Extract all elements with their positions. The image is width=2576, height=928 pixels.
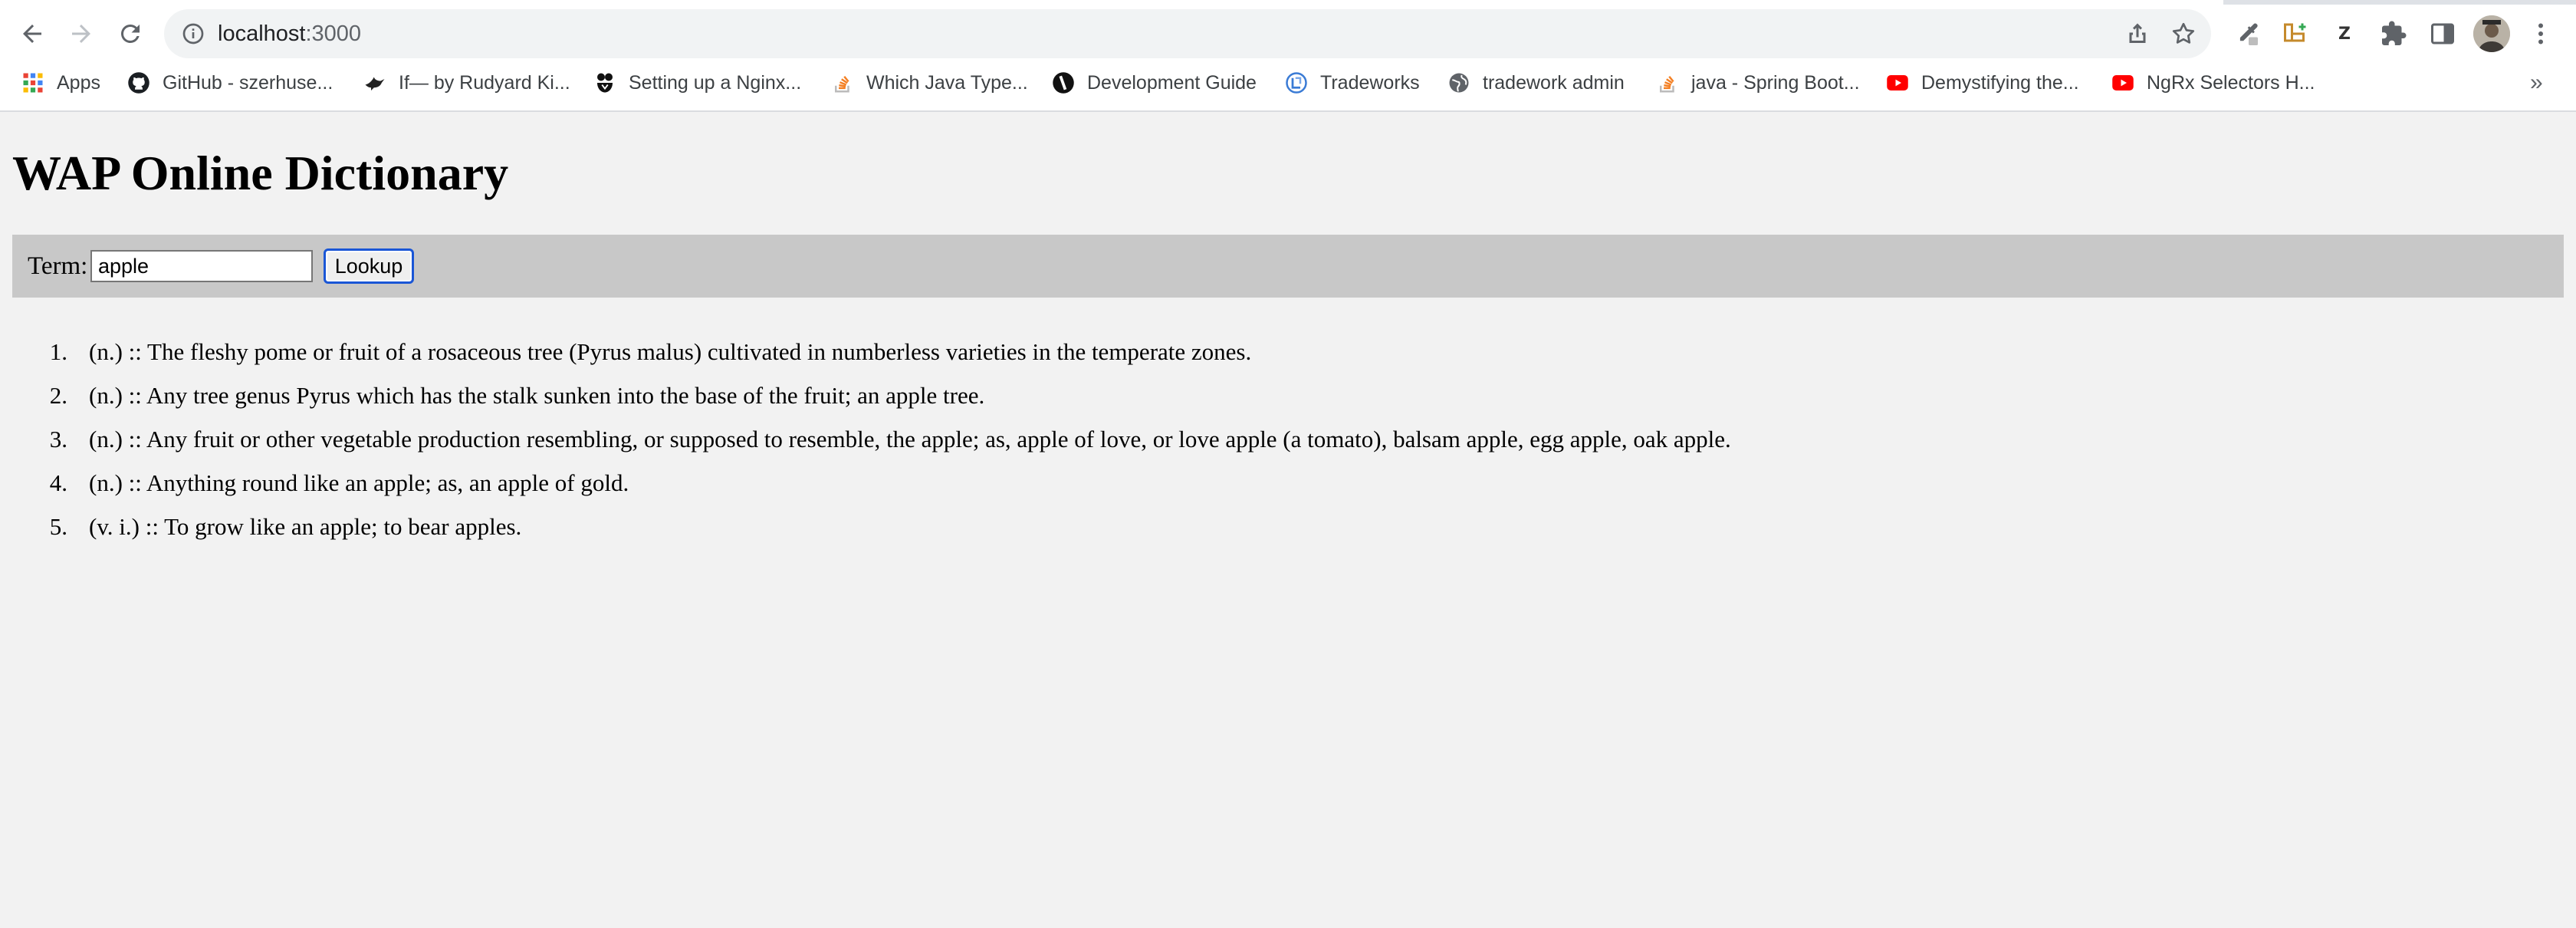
arrow-right-icon — [72, 25, 90, 43]
definition-text: (n.) :: Anything round like an apple; as… — [89, 469, 629, 496]
tab-strip — [0, 0, 2576, 5]
bookmark-label: NgRx Selectors H... — [2147, 71, 2315, 94]
stackoverflow-icon — [831, 71, 854, 94]
extensions-button[interactable] — [2375, 15, 2412, 52]
side-panel-icon — [2431, 23, 2454, 44]
bookmark-label: Demystifying the... — [1921, 71, 2079, 94]
reload-icon — [120, 24, 140, 43]
definition-number: 4. — [49, 469, 67, 496]
url-text[interactable]: localhost:3000 — [218, 19, 361, 48]
term-input[interactable] — [90, 250, 313, 282]
share-icon[interactable] — [2124, 20, 2151, 48]
bookmark-demystifying[interactable]: Demystifying the... — [1886, 64, 2079, 101]
profile-picture-icon — [2473, 15, 2510, 52]
stackoverflow-icon — [1656, 71, 1679, 94]
definition-number: 5. — [49, 513, 67, 540]
address-bar[interactable]: localhost:3000 — [164, 9, 2211, 58]
youtube-icon — [1886, 71, 1909, 94]
forward-button[interactable] — [63, 15, 100, 52]
bookmark-github[interactable]: GitHub - szerhuse... — [127, 64, 333, 101]
bookmarks-bar: Apps GitHub - szerhuse... If— by Rudyard… — [0, 64, 2576, 101]
globe-icon — [1447, 71, 1470, 94]
bookmark-label: Which Java Type... — [866, 71, 1028, 94]
bookmark-label: Tradeworks — [1320, 71, 1420, 94]
bookmark-star-icon[interactable] — [2170, 20, 2197, 48]
bookmark-java-type[interactable]: Which Java Type... — [831, 64, 1028, 101]
z-extension-label: Z — [2338, 24, 2351, 44]
lookup-button[interactable]: Lookup — [324, 248, 414, 284]
back-button[interactable] — [14, 15, 51, 52]
bookmark-nginx[interactable]: Setting up a Nginx... — [593, 64, 801, 101]
lookup-form: Term: Lookup — [12, 235, 2564, 298]
bookmark-spring-boot[interactable]: java - Spring Boot... — [1656, 64, 1860, 101]
active-tab-edge[interactable] — [0, 0, 2223, 5]
definition-number: 1. — [49, 338, 67, 365]
definition-text: (v. i.) :: To grow like an apple; to bea… — [89, 513, 522, 540]
eyedropper-extension[interactable] — [2228, 15, 2265, 52]
reload-button[interactable] — [112, 15, 149, 52]
bookmark-label: java - Spring Boot... — [1691, 71, 1860, 94]
side-panel-button[interactable] — [2424, 15, 2461, 52]
definition-text: (n.) :: Any fruit or other vegetable pro… — [89, 426, 1731, 452]
page-title: WAP Online Dictionary — [12, 146, 509, 200]
url-host: localhost — [218, 21, 306, 46]
url-port: :3000 — [305, 21, 362, 46]
bookmark-ngrx-selectors[interactable]: NgRx Selectors H... — [2111, 64, 2315, 101]
more-vert-icon — [2538, 23, 2543, 44]
nginx-icon — [593, 71, 616, 94]
bookmark-tradework-admin[interactable]: tradework admin — [1447, 64, 1625, 101]
bookmark-label: tradework admin — [1483, 71, 1625, 94]
definition-number: 3. — [49, 426, 67, 452]
bookmark-apps[interactable]: Apps — [21, 64, 100, 101]
github-icon — [127, 71, 150, 94]
bird-icon — [363, 71, 386, 94]
eyedropper-icon — [2239, 23, 2258, 45]
bookmark-label: GitHub - szerhuse... — [163, 71, 334, 94]
z-extension[interactable]: Z — [2326, 15, 2363, 52]
definition-number: 2. — [49, 382, 67, 409]
arrow-left-icon — [23, 25, 41, 43]
bookmark-label: If— by Rudyard Ki... — [399, 71, 570, 94]
bookmark-dev-guide[interactable]: Development Guide — [1052, 64, 1257, 101]
youtube-icon — [2111, 71, 2134, 94]
bookmark-label: Setting up a Nginx... — [629, 71, 802, 94]
bookmark-label: Development Guide — [1087, 71, 1257, 94]
term-label: Term: — [28, 252, 88, 280]
ruler-plus-icon — [2284, 23, 2306, 42]
bookmark-if-poem[interactable]: If— by Rudyard Ki... — [363, 64, 570, 101]
chrome-menu-button[interactable] — [2522, 15, 2559, 52]
bookmark-label: Apps — [57, 71, 100, 94]
tradeworks-icon — [1285, 71, 1308, 94]
profile-avatar[interactable] — [2473, 15, 2510, 52]
info-icon[interactable] — [181, 21, 205, 46]
bookmarks-overflow-button[interactable]: » — [2530, 64, 2543, 101]
dev-guide-icon — [1052, 71, 1075, 94]
browser-toolbar: localhost:3000 Z Apps GitHub - szerhuse.… — [0, 0, 2576, 112]
apps-grid-icon — [21, 71, 44, 94]
definition-text: (n.) :: Any tree genus Pyrus which has t… — [89, 382, 985, 409]
ruler-extension[interactable] — [2277, 15, 2314, 52]
definition-text: (n.) :: The fleshy pome or fruit of a ro… — [89, 338, 1252, 365]
puzzle-icon — [2382, 21, 2407, 45]
bookmark-tradeworks[interactable]: Tradeworks — [1285, 64, 1420, 101]
